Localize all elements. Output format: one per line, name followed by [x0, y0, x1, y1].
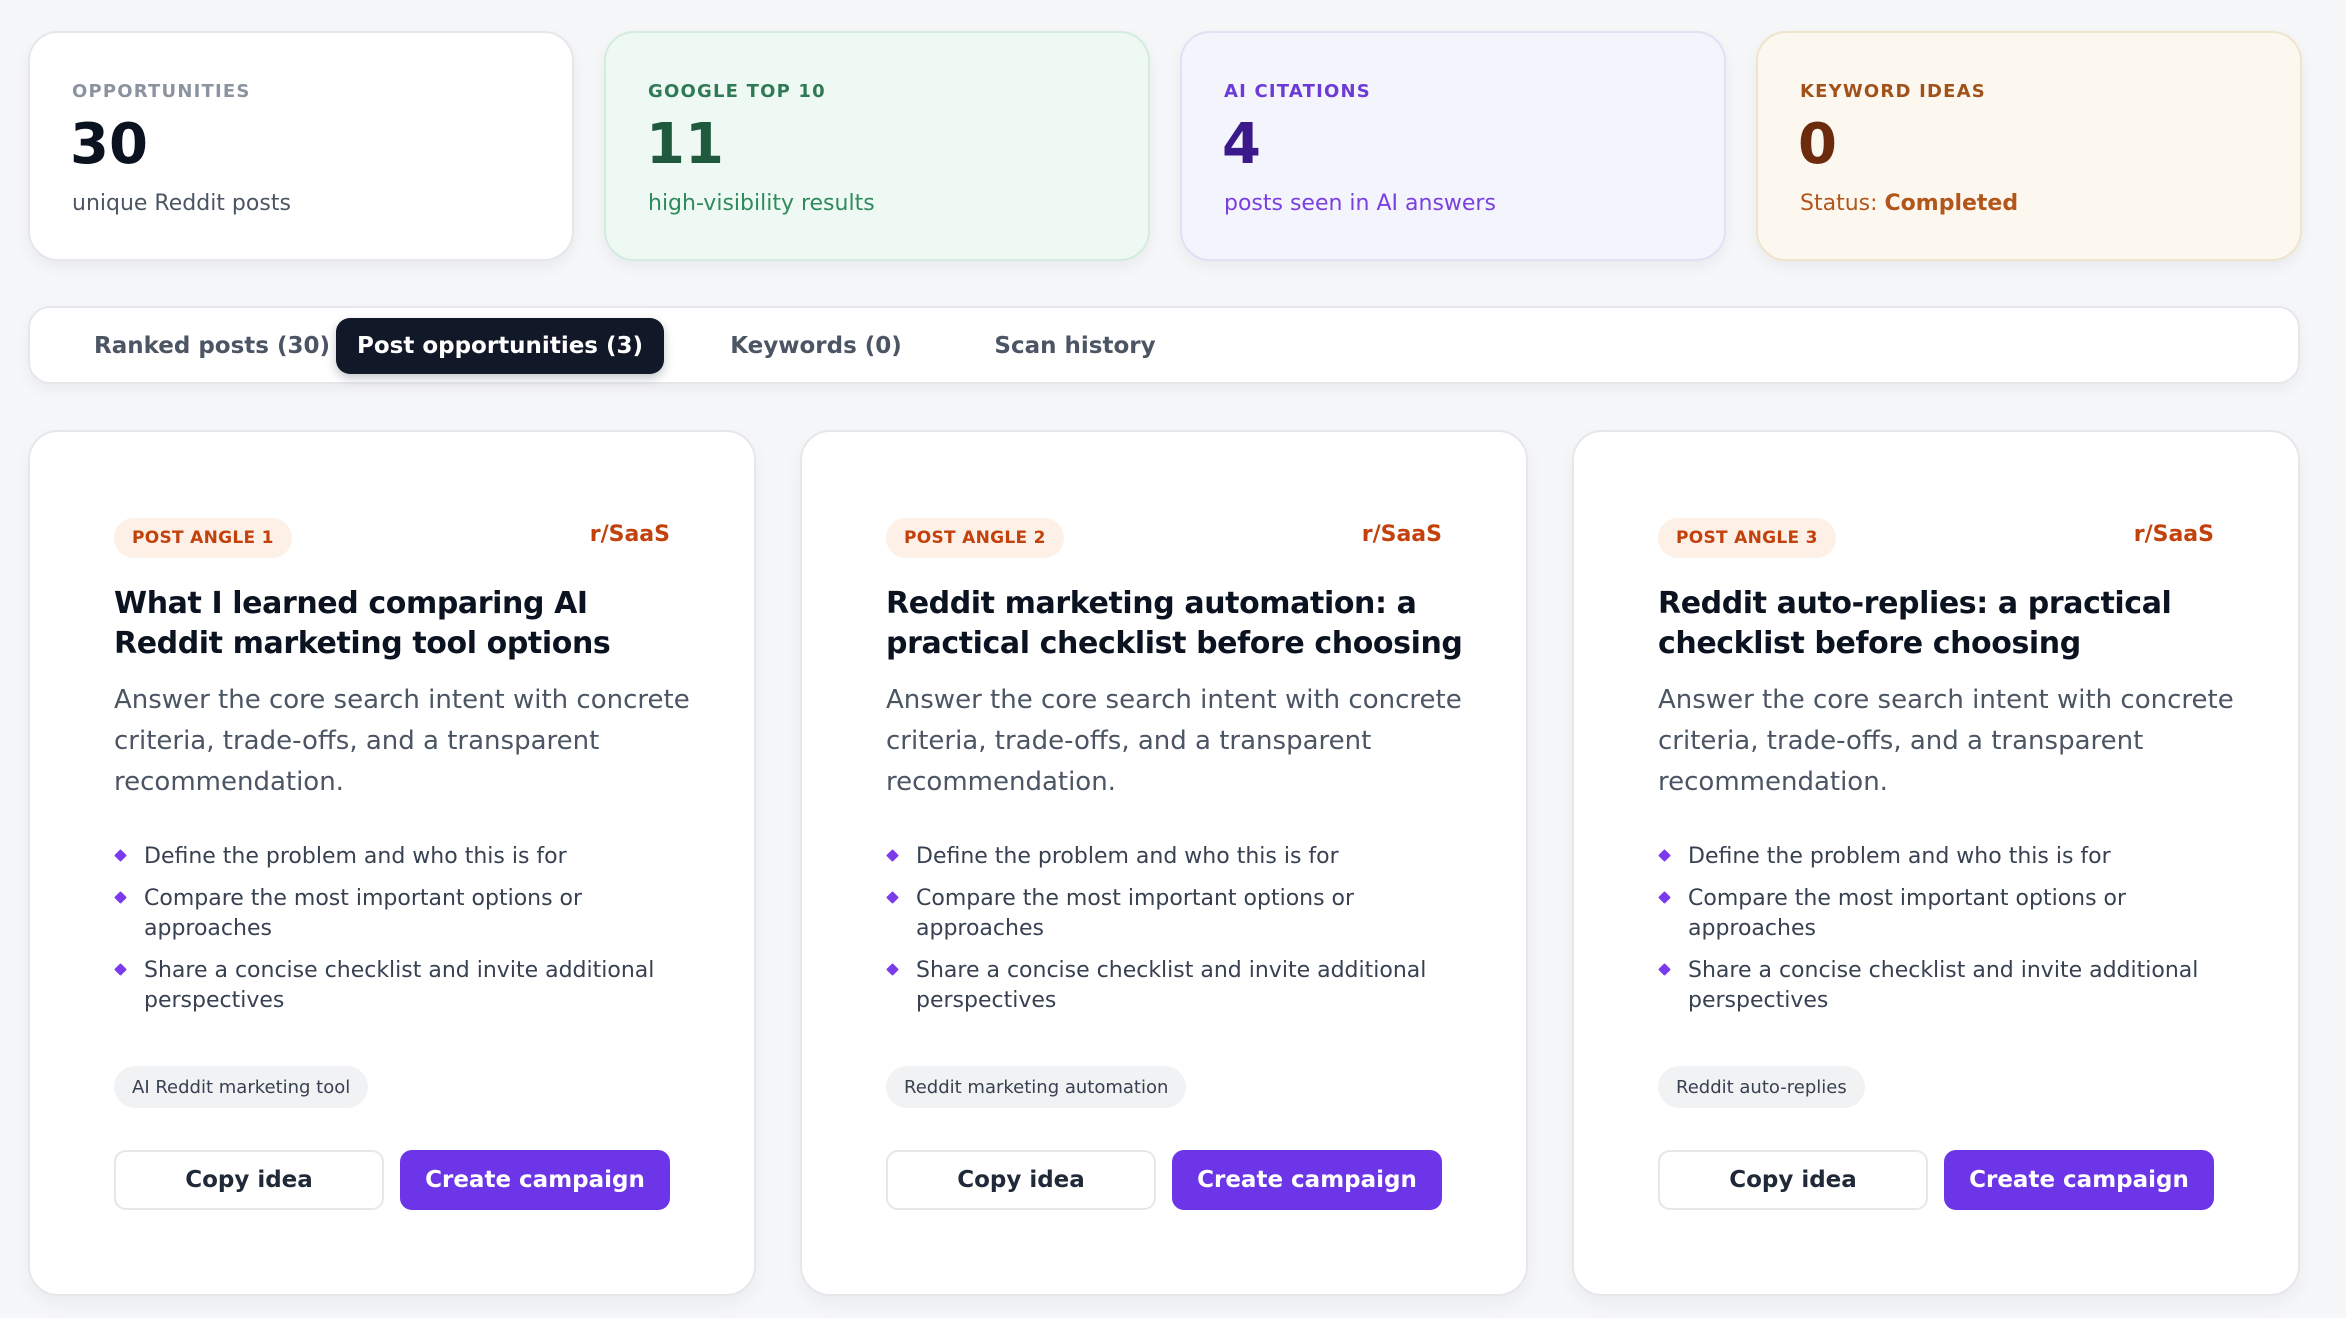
create-campaign-button[interactable]: Create campaign [1172, 1150, 1442, 1210]
keyword-chip: AI Reddit marketing tool [114, 1066, 369, 1108]
list-item: Share a concise checklist and invite add… [1658, 956, 2238, 1016]
list-item-text: Share a concise checklist and invite add… [1688, 958, 2199, 1013]
list-item: Define the problem and who this is for [886, 842, 1466, 872]
stat-value: 0 [1798, 112, 1837, 177]
status-value: Completed [1884, 191, 2019, 216]
card-description: Answer the core search intent with concr… [886, 685, 1462, 797]
diamond-bullet-icon [1658, 849, 1671, 862]
card-title: Reddit auto-replies: a practical checkli… [1658, 586, 2172, 661]
stat-card-google-top-10: GOOGLE TOP 10 11 high-visibility results [604, 31, 1150, 261]
diamond-bullet-icon [1658, 891, 1671, 904]
keyword-chip: Reddit auto-replies [1658, 1066, 1865, 1108]
stat-label: AI CITATIONS [1224, 81, 1371, 102]
diamond-bullet-icon [886, 891, 899, 904]
create-campaign-button[interactable]: Create campaign [1944, 1150, 2214, 1210]
create-campaign-button[interactable]: Create campaign [400, 1150, 670, 1210]
stat-card-opportunities: OPPORTUNITIES 30 unique Reddit posts [28, 31, 574, 261]
stat-subtext: Status: Completed [1800, 191, 2018, 216]
list-item-text: Define the problem and who this is for [1688, 844, 2111, 869]
post-angle-badge: POST ANGLE 1 [114, 518, 292, 558]
dashboard-page: OPPORTUNITIES 30 unique Reddit posts GOO… [0, 0, 2346, 1318]
outline-list: Define the problem and who this is for C… [114, 842, 694, 1028]
outline-list: Define the problem and who this is for C… [1658, 842, 2238, 1028]
stat-label: GOOGLE TOP 10 [648, 81, 826, 102]
list-item: Define the problem and who this is for [1658, 842, 2238, 872]
tab-scan-history[interactable]: Scan history [930, 318, 1220, 374]
copy-idea-button[interactable]: Copy idea [886, 1150, 1156, 1210]
stat-subtext: unique Reddit posts [72, 191, 291, 216]
list-item: Define the problem and who this is for [114, 842, 694, 872]
post-opportunity-card: POST ANGLE 1 r/SaaS What I learned compa… [28, 430, 756, 1296]
stat-subtext: high-visibility results [648, 191, 875, 216]
card-description: Answer the core search intent with concr… [1658, 685, 2234, 797]
list-item: Compare the most important options or ap… [1658, 884, 2238, 944]
diamond-bullet-icon [114, 849, 127, 862]
stat-label: OPPORTUNITIES [72, 81, 251, 102]
list-item: Share a concise checklist and invite add… [114, 956, 694, 1016]
outline-list: Define the problem and who this is for C… [886, 842, 1466, 1028]
copy-idea-button[interactable]: Copy idea [114, 1150, 384, 1210]
tab-post-opportunities[interactable]: Post opportunities (3) [336, 318, 664, 374]
diamond-bullet-icon [886, 849, 899, 862]
list-item-text: Define the problem and who this is for [916, 844, 1339, 869]
stat-value: 4 [1222, 112, 1261, 177]
list-item-text: Define the problem and who this is for [144, 844, 567, 869]
stat-subtext: posts seen in AI answers [1224, 191, 1496, 216]
diamond-bullet-icon [114, 963, 127, 976]
card-title: Reddit marketing automation: a practical… [886, 586, 1463, 661]
tab-bar: Ranked posts (30) Post opportunities (3)… [28, 306, 2300, 384]
status-prefix: Status: [1800, 191, 1885, 216]
keyword-chip: Reddit marketing automation [886, 1066, 1187, 1108]
list-item: Share a concise checklist and invite add… [886, 956, 1466, 1016]
tab-ranked-posts[interactable]: Ranked posts (30) [52, 318, 372, 374]
post-opportunity-card: POST ANGLE 3 r/SaaS Reddit auto-replies:… [1572, 430, 2300, 1296]
diamond-bullet-icon [1658, 963, 1671, 976]
stats-row: OPPORTUNITIES 30 unique Reddit posts GOO… [28, 31, 2302, 261]
stat-card-ai-citations: AI CITATIONS 4 posts seen in AI answers [1180, 31, 1726, 261]
card-title: What I learned comparing AI Reddit marke… [114, 586, 611, 661]
list-item-text: Compare the most important options or ap… [1688, 886, 2127, 941]
subreddit-label: r/SaaS [1361, 522, 1442, 547]
list-item: Compare the most important options or ap… [886, 884, 1466, 944]
subreddit-label: r/SaaS [2133, 522, 2214, 547]
post-angle-badge: POST ANGLE 2 [886, 518, 1064, 558]
list-item-text: Compare the most important options or ap… [916, 886, 1355, 941]
card-description: Answer the core search intent with concr… [114, 685, 690, 797]
subreddit-label: r/SaaS [589, 522, 670, 547]
stat-card-keyword-ideas: KEYWORD IDEAS 0 Status: Completed [1756, 31, 2302, 261]
tab-keywords[interactable]: Keywords (0) [666, 318, 966, 374]
stat-value: 30 [70, 112, 148, 177]
copy-idea-button[interactable]: Copy idea [1658, 1150, 1928, 1210]
post-angle-badge: POST ANGLE 3 [1658, 518, 1836, 558]
list-item-text: Share a concise checklist and invite add… [916, 958, 1427, 1013]
diamond-bullet-icon [114, 891, 127, 904]
list-item-text: Share a concise checklist and invite add… [144, 958, 655, 1013]
stat-value: 11 [646, 112, 724, 177]
list-item-text: Compare the most important options or ap… [144, 886, 583, 941]
list-item: Compare the most important options or ap… [114, 884, 694, 944]
stat-label: KEYWORD IDEAS [1800, 81, 1986, 102]
diamond-bullet-icon [886, 963, 899, 976]
post-opportunity-card: POST ANGLE 2 r/SaaS Reddit marketing aut… [800, 430, 1528, 1296]
